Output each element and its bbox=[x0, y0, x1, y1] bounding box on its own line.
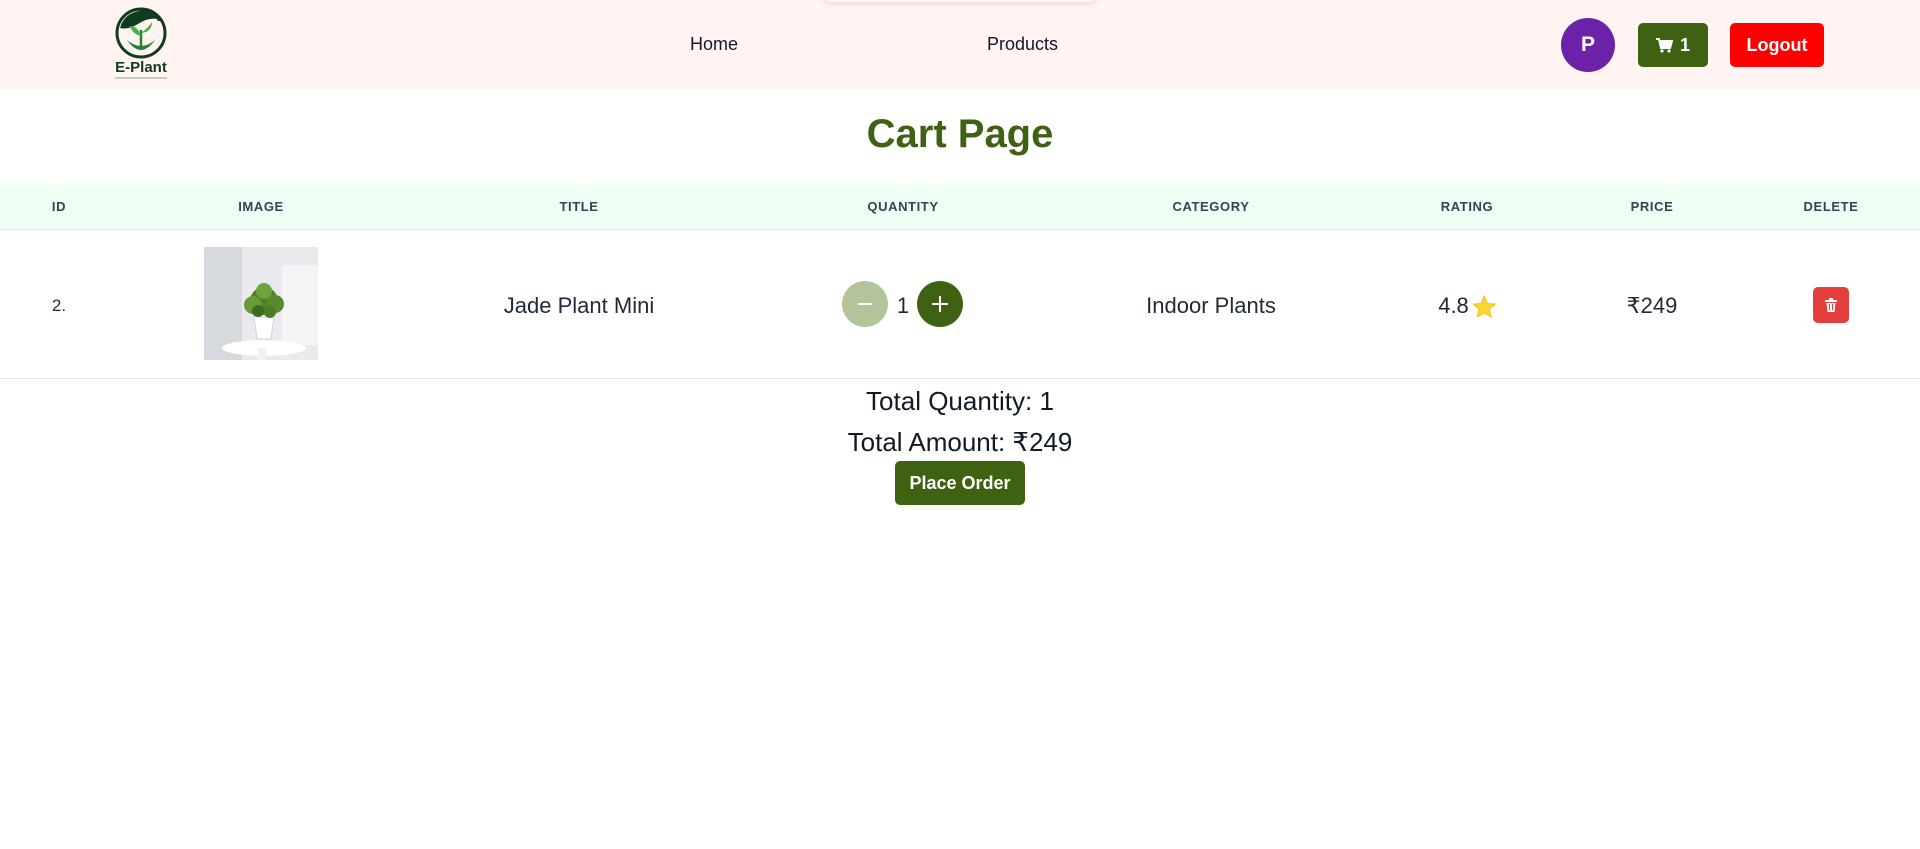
product-title: Jade Plant Mini bbox=[503, 293, 655, 318]
column-header-rating: RATING bbox=[1440, 199, 1494, 214]
column-header-image: IMAGE bbox=[238, 199, 284, 214]
column-header-title: TITLE bbox=[559, 199, 599, 214]
nav-home-link[interactable]: Home bbox=[690, 34, 738, 55]
logout-button[interactable]: Logout bbox=[1730, 23, 1824, 67]
minus-icon bbox=[858, 303, 872, 305]
table-header: ID IMAGE TITLE QUANTITY CATEGORY RATING … bbox=[0, 184, 1920, 230]
column-header-delete: DELETE bbox=[1803, 199, 1859, 214]
column-header-id: ID bbox=[51, 199, 67, 214]
plus-icon bbox=[932, 296, 948, 312]
place-order-button[interactable]: Place Order bbox=[895, 461, 1025, 505]
column-header-price: PRICE bbox=[1630, 199, 1674, 214]
product-image bbox=[204, 247, 318, 360]
plant-logo-icon bbox=[115, 7, 167, 59]
cart-icon bbox=[1655, 37, 1673, 53]
logo-text: E-Plant bbox=[115, 59, 167, 76]
brand-logo[interactable]: E-Plant bbox=[112, 6, 170, 82]
delete-item-button[interactable] bbox=[1813, 287, 1849, 323]
product-rating: 4.8 bbox=[1438, 293, 1496, 319]
rating-value: 4.8 bbox=[1438, 293, 1469, 318]
potted-plant-image bbox=[204, 247, 318, 360]
user-avatar[interactable]: P bbox=[1561, 18, 1615, 72]
total-quantity: Total Quantity: 1 bbox=[866, 386, 1054, 416]
row-id: 2. bbox=[51, 296, 67, 315]
cart-count: 1 bbox=[1679, 34, 1690, 55]
table-row: 2. Jade Plant Mini 1 Indoor Plants 4.8 ₹… bbox=[0, 230, 1920, 379]
decrease-quantity-button[interactable] bbox=[842, 281, 888, 327]
top-navbar: E-Plant Home Products P 1 Logout bbox=[0, 0, 1920, 89]
logo-tagline bbox=[115, 77, 167, 79]
increase-quantity-button[interactable] bbox=[917, 281, 963, 327]
column-header-quantity: QUANTITY bbox=[867, 199, 939, 214]
nav-products-link[interactable]: Products bbox=[987, 34, 1058, 55]
trash-icon bbox=[1825, 298, 1837, 312]
cart-button[interactable]: 1 bbox=[1638, 23, 1708, 67]
quantity-value: 1 bbox=[896, 293, 910, 318]
product-category: Indoor Plants bbox=[1146, 293, 1276, 318]
product-price: ₹249 bbox=[1626, 293, 1678, 318]
total-amount: Total Amount: ₹249 bbox=[847, 427, 1073, 457]
header-notch bbox=[822, 0, 1098, 2]
star-icon bbox=[1471, 294, 1496, 318]
column-header-category: CATEGORY bbox=[1172, 199, 1250, 214]
page-title: Cart Page bbox=[866, 112, 1054, 156]
